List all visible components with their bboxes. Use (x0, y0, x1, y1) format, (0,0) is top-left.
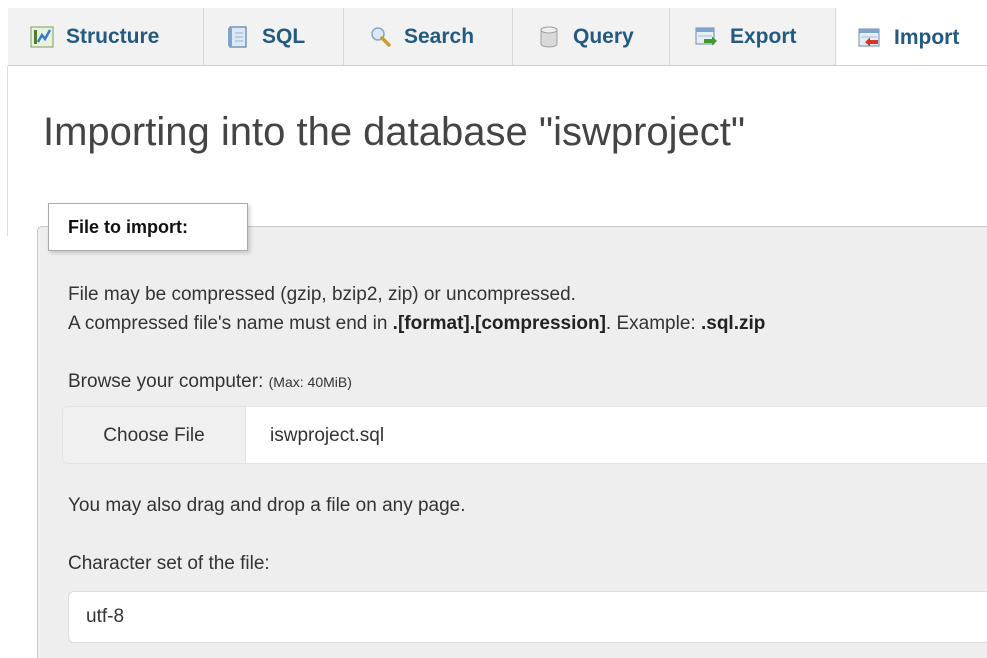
query-icon (537, 25, 561, 49)
compression-note: File may be compressed (gzip, bzip2, zip… (68, 284, 576, 305)
charset-select[interactable]: utf-8 (68, 591, 987, 643)
tab-export[interactable]: Export (670, 8, 836, 65)
tab-import[interactable]: Import (836, 8, 987, 65)
legend-label: File to import: (68, 216, 188, 237)
search-icon (368, 25, 392, 49)
export-icon (694, 25, 718, 49)
browse-label: Browse your computer: (68, 371, 269, 392)
tab-export-label: Export (730, 25, 797, 48)
phpmyadmin-import-page: Structure SQL Search Query Export Import… (0, 0, 987, 658)
sql-icon (226, 25, 250, 49)
page-title: Importing into the database "iswproject" (43, 110, 746, 154)
filename-note: A compressed file's name must end in .[f… (68, 313, 765, 335)
fieldset-legend: File to import: (48, 203, 248, 251)
drag-drop-note: You may also drag and drop a file on any… (68, 495, 466, 516)
charset-label: Character set of the file: (68, 553, 270, 574)
tab-structure[interactable]: Structure (8, 8, 204, 65)
filename-note-example: .sql.zip (700, 313, 766, 334)
browse-label-row: Browse your computer: (Max: 40MiB) (68, 371, 352, 393)
filename-note-prefix: A compressed file's name must end in (68, 313, 393, 334)
tab-search-label: Search (404, 25, 475, 48)
choose-file-button[interactable]: Choose File (63, 407, 246, 463)
tab-sql-label: SQL (262, 25, 306, 48)
selected-file-name: iswproject.sql (270, 425, 385, 446)
import-icon (858, 26, 882, 50)
filename-note-middle: . Example: (605, 313, 701, 334)
max-upload-size: (Max: 40MiB) (268, 374, 352, 390)
top-tab-bar: Structure SQL Search Query Export Import (8, 8, 987, 66)
tab-query-label: Query (573, 25, 634, 48)
tab-search[interactable]: Search (344, 8, 513, 65)
tab-sql[interactable]: SQL (204, 8, 344, 65)
structure-icon (30, 25, 54, 49)
tab-structure-label: Structure (66, 25, 160, 48)
filename-note-format: .[format].[compression] (392, 313, 606, 334)
tab-query[interactable]: Query (513, 8, 670, 65)
tab-import-label: Import (894, 25, 960, 49)
file-input[interactable]: Choose File iswproject.sql (62, 406, 987, 464)
left-border (7, 66, 8, 236)
